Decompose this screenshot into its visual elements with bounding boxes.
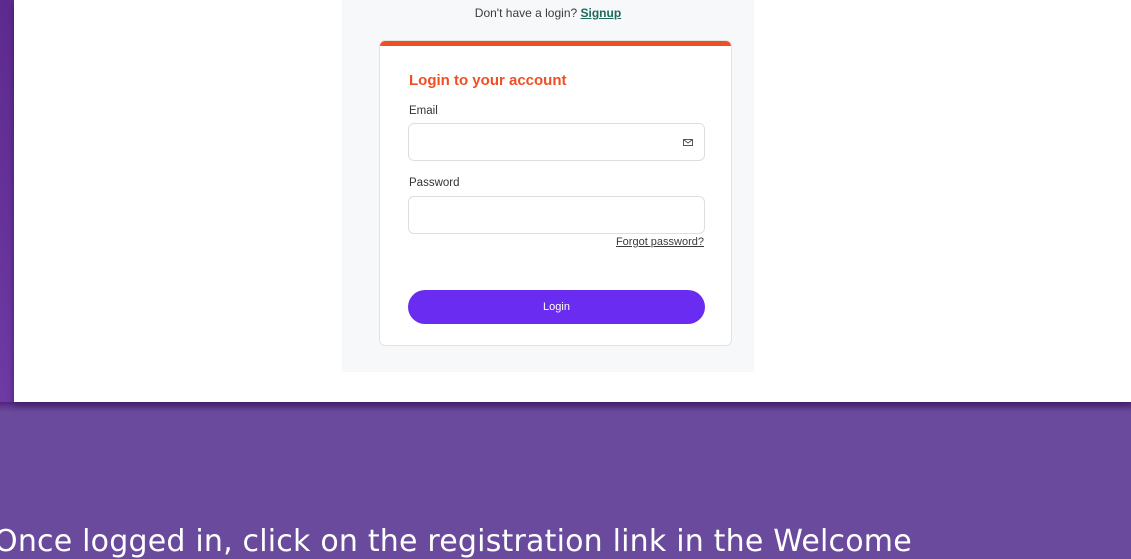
signup-prompt: Don't have a login? xyxy=(474,6,578,20)
signup-link[interactable]: Signup xyxy=(581,6,622,20)
password-field[interactable] xyxy=(408,196,705,234)
email-field[interactable] xyxy=(408,123,705,161)
envelope-icon xyxy=(683,139,693,146)
slide-caption: Once logged in, click on the registratio… xyxy=(0,524,912,559)
card-title: Login to your account xyxy=(409,72,567,89)
forgot-password-link[interactable]: Forgot password? xyxy=(616,236,704,248)
screenshot-frame: Don't have a login? Signup Login to your… xyxy=(14,0,1131,402)
login-button[interactable]: Login xyxy=(408,290,705,324)
slide-left-accent xyxy=(0,0,14,405)
signup-prompt-line: Don't have a login? Signup xyxy=(342,6,754,20)
login-panel: Don't have a login? Signup Login to your… xyxy=(342,0,754,372)
password-label: Password xyxy=(409,177,460,189)
screenshot-shadow xyxy=(0,402,1131,412)
card-accent-bar xyxy=(380,41,731,46)
login-card: Login to your account Email Password For… xyxy=(379,40,732,346)
email-label: Email xyxy=(409,105,438,117)
